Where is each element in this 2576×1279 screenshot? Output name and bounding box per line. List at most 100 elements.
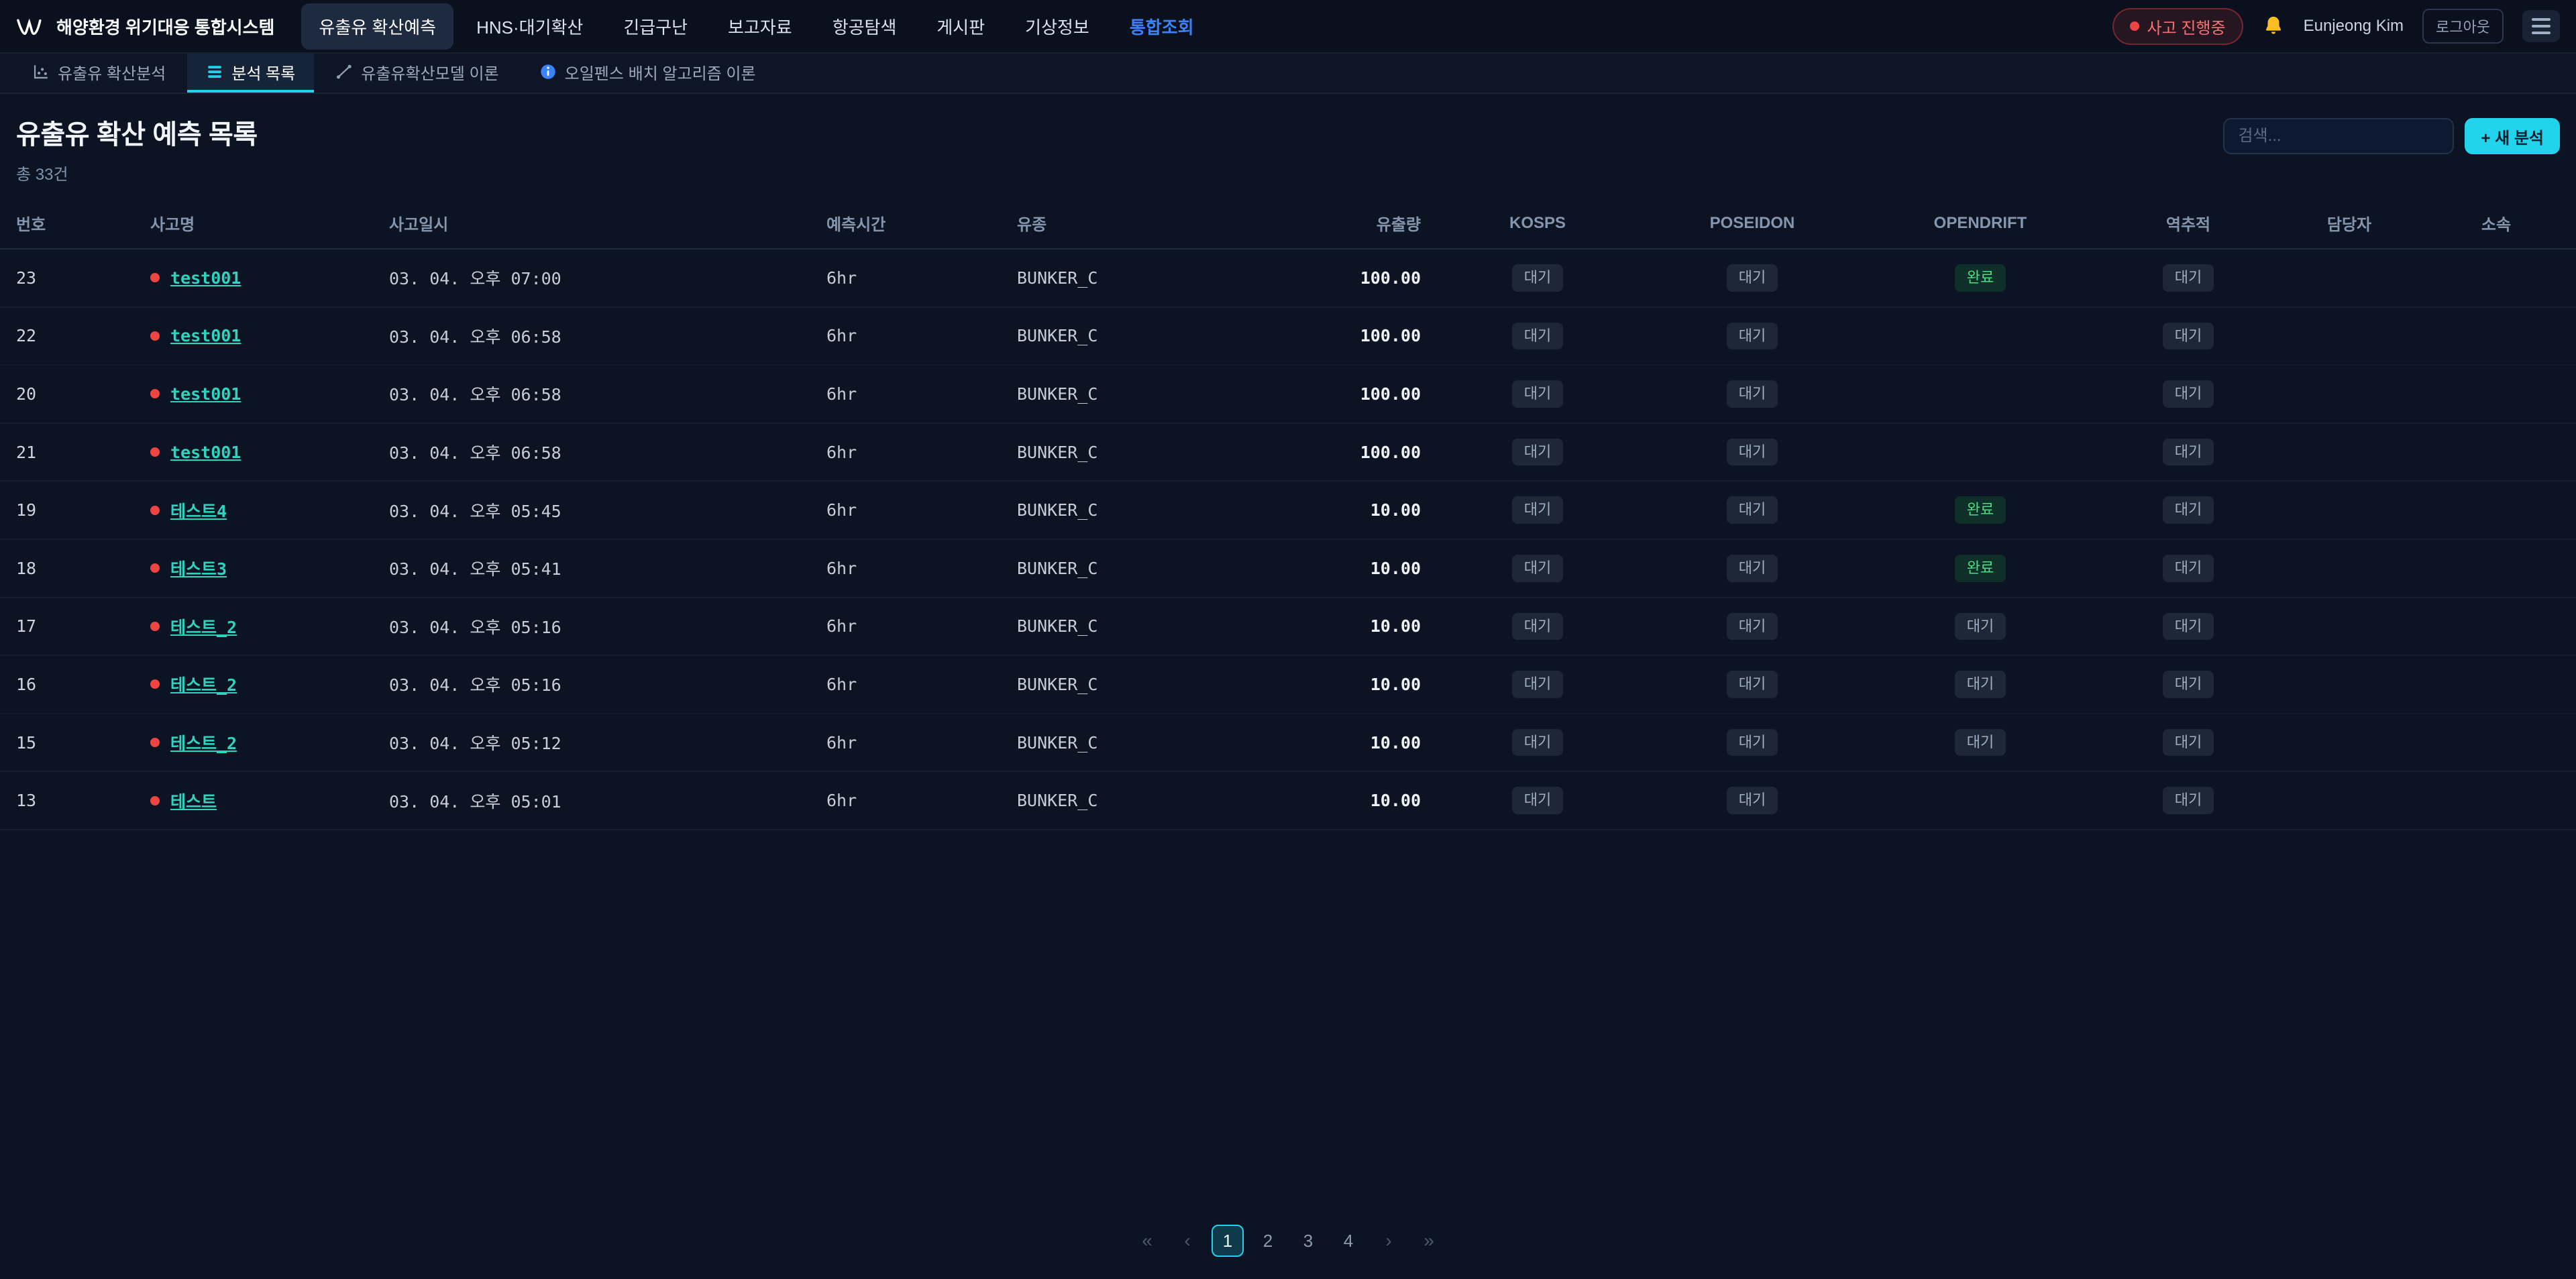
column-header: KOSPS (1437, 198, 1638, 249)
status-badge: 대기 (1512, 323, 1563, 350)
forecast-duration: 6hr (810, 598, 1001, 656)
column-header: 소속 (2416, 198, 2576, 249)
list-icon (206, 63, 223, 80)
poseidon-status: 대기 (1638, 714, 1866, 772)
opendrift-status: 대기 (1866, 598, 2094, 656)
backtrack-status: 대기 (2094, 598, 2282, 656)
accident-name-cell: test001 (134, 423, 373, 482)
pagination-page-button[interactable]: 1 (1212, 1225, 1244, 1257)
nav-item[interactable]: 기상정보 (1008, 3, 1107, 50)
nav-item[interactable]: 유출유 확산예측 (301, 3, 453, 50)
opendrift-status: 완료 (1866, 539, 2094, 598)
new-analysis-button[interactable]: + 새 분석 (2465, 118, 2560, 154)
oil-type: BUNKER_C (1001, 423, 1242, 482)
pagination-page-button[interactable]: 2 (1252, 1225, 1284, 1257)
pagination-page-button[interactable]: 3 (1292, 1225, 1324, 1257)
incident-status-badge[interactable]: 사고 진행중 (2112, 8, 2243, 45)
incident-dot-icon (150, 389, 160, 398)
kosps-status: 대기 (1437, 481, 1638, 539)
total-count-label: 총 33건 (16, 161, 258, 184)
pagination-page-button[interactable]: 4 (1332, 1225, 1364, 1257)
nav-item[interactable]: 보고자료 (710, 3, 810, 50)
nav-item[interactable]: 긴급구난 (606, 3, 705, 50)
accident-name-link[interactable]: 테스트4 (170, 498, 227, 522)
oil-type: BUNKER_C (1001, 655, 1242, 714)
backtrack-status: 대기 (2094, 365, 2282, 423)
accident-name-link[interactable]: test001 (170, 384, 241, 404)
org-cell (2416, 714, 2576, 772)
poseidon-status: 대기 (1638, 423, 1866, 482)
sub-tab-bar: 유출유 확산분석 분석 목록 유출유확산모델 이론 오일펜스 배치 알고리즘 이론 (0, 54, 2576, 94)
tab[interactable]: 오일펜스 배치 알고리즘 이론 (521, 54, 775, 93)
accident-datetime: 03. 04. 오후 05:16 (373, 598, 810, 656)
accident-name-link[interactable]: 테스트 (170, 789, 217, 813)
tab-label: 유출유 확산분석 (58, 60, 166, 84)
table-header: 번호사고명사고일시예측시간유종유출량KOSPSPOSEIDONOPENDRIFT… (0, 198, 2576, 249)
accident-name-link[interactable]: test001 (170, 326, 241, 345)
incident-dot-icon (150, 622, 160, 631)
accident-name-cell: 테스트 (134, 771, 373, 830)
forecast-duration: 6hr (810, 539, 1001, 598)
tab-label: 분석 목록 (231, 60, 295, 84)
row-number: 19 (0, 481, 134, 539)
status-badge: 대기 (1955, 671, 2006, 698)
status-badge: 대기 (1512, 380, 1563, 408)
tab[interactable]: 유출유 확산분석 (13, 54, 184, 93)
pagination-prev-button[interactable]: ‹ (1171, 1225, 1203, 1257)
accident-name-link[interactable]: 테스트3 (170, 556, 227, 580)
forecast-duration: 6hr (810, 365, 1001, 423)
nav-item[interactable]: HNS·대기확산 (459, 3, 600, 50)
column-header: OPENDRIFT (1866, 198, 2094, 249)
pagination-last-button[interactable]: » (1413, 1225, 1445, 1257)
column-header: 담당자 (2282, 198, 2416, 249)
accident-datetime: 03. 04. 오후 05:45 (373, 481, 810, 539)
accident-datetime: 03. 04. 오후 05:01 (373, 771, 810, 830)
status-badge: 대기 (1955, 613, 2006, 641)
spill-amount: 100.00 (1242, 365, 1437, 423)
status-badge: 대기 (1512, 787, 1563, 814)
opendrift-status: 대기 (1866, 655, 2094, 714)
accident-name-cell: 테스트3 (134, 539, 373, 598)
row-number: 22 (0, 307, 134, 366)
row-number: 16 (0, 655, 134, 714)
hamburger-menu-icon[interactable] (2522, 10, 2560, 42)
accident-name-cell: 테스트_2 (134, 714, 373, 772)
poseidon-status: 대기 (1638, 481, 1866, 539)
logout-button[interactable]: 로그아웃 (2422, 9, 2504, 44)
tab[interactable]: 유출유확산모델 이론 (317, 54, 517, 93)
manager-cell (2282, 365, 2416, 423)
incident-dot-icon (150, 563, 160, 573)
org-cell (2416, 771, 2576, 830)
manager-cell (2282, 307, 2416, 366)
oil-type: BUNKER_C (1001, 481, 1242, 539)
accident-name-link[interactable]: test001 (170, 268, 241, 288)
pagination-next-button[interactable]: › (1373, 1225, 1405, 1257)
table-row: 22test00103. 04. 오후 06:586hrBUNKER_C100.… (0, 307, 2576, 366)
pagination-first-button[interactable]: « (1131, 1225, 1163, 1257)
spill-amount: 10.00 (1242, 481, 1437, 539)
tab[interactable]: 분석 목록 (187, 54, 314, 93)
bell-icon[interactable] (2262, 15, 2285, 38)
accident-name-link[interactable]: 테스트_2 (170, 614, 237, 638)
spill-amount: 10.00 (1242, 539, 1437, 598)
accident-name-link[interactable]: test001 (170, 443, 241, 462)
row-number: 15 (0, 714, 134, 772)
accident-name-cell: 테스트_2 (134, 598, 373, 656)
status-badge: 완료 (1955, 264, 2006, 292)
tab-label: 오일펜스 배치 알고리즘 이론 (565, 60, 756, 84)
accident-name-link[interactable]: 테스트_2 (170, 672, 237, 696)
nav-item[interactable]: 게시판 (919, 3, 1002, 50)
status-badge: 대기 (1512, 496, 1563, 524)
table-row: 18테스트303. 04. 오후 05:416hrBUNKER_C10.00대기… (0, 539, 2576, 598)
manager-cell (2282, 714, 2416, 772)
forecast-duration: 6hr (810, 423, 1001, 482)
status-badge: 대기 (1512, 439, 1563, 466)
nav-item[interactable]: 통합조회 (1112, 3, 1212, 50)
search-input[interactable] (2223, 118, 2454, 154)
manager-cell (2282, 598, 2416, 656)
nav-item[interactable]: 항공탐색 (815, 3, 914, 50)
manager-cell (2282, 539, 2416, 598)
accident-name-link[interactable]: 테스트_2 (170, 730, 237, 755)
poseidon-status: 대기 (1638, 539, 1866, 598)
opendrift-status: 완료 (1866, 249, 2094, 307)
